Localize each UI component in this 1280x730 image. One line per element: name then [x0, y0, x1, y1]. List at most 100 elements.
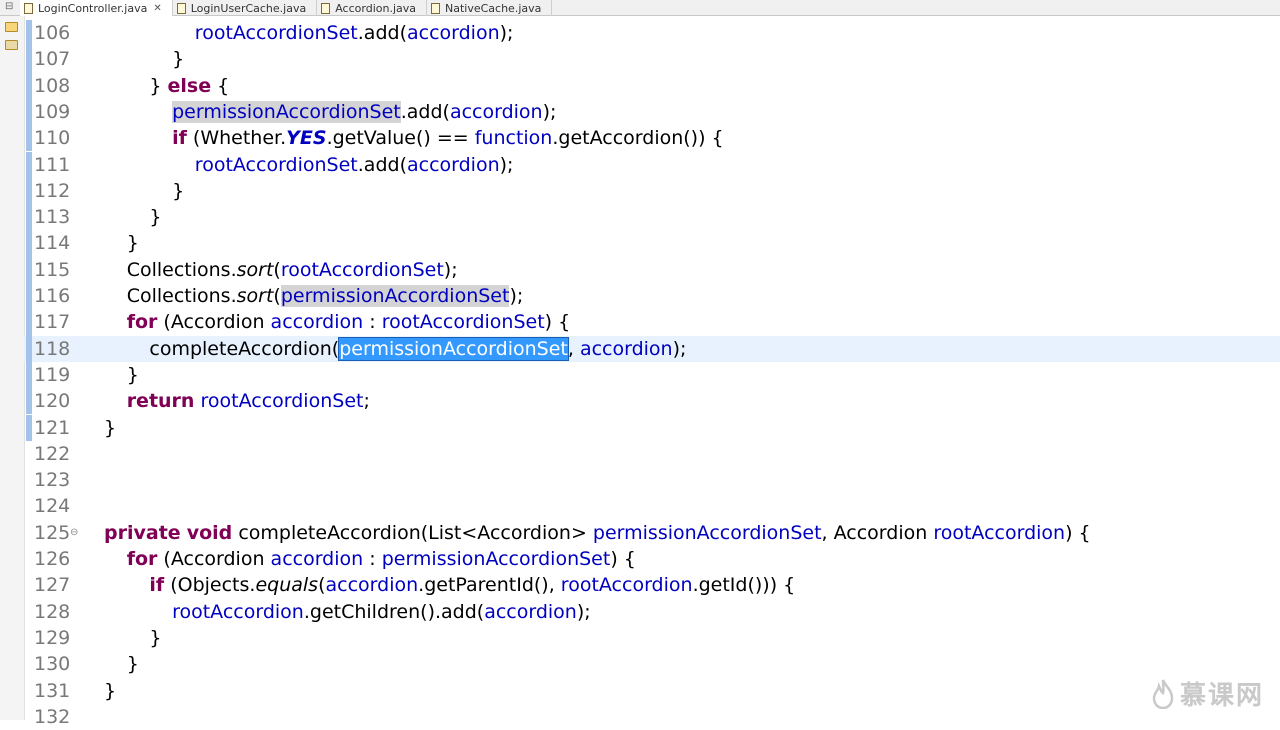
line-number: 114	[34, 232, 71, 255]
line-number: 116	[34, 285, 71, 307]
tab-label: LoginUserCache.java	[190, 1, 307, 15]
code-text: completeAccordion(permissionAccordionSet…	[149, 336, 686, 362]
change-marker	[26, 46, 32, 73]
tab-label: Accordion.java	[335, 1, 416, 15]
hierarchy-icon[interactable]	[5, 40, 18, 50]
code-line[interactable]: 110 if (Whether.YES.getValue() == functio…	[24, 125, 1280, 152]
code-line[interactable]: 121}	[24, 414, 1280, 441]
change-marker	[26, 256, 32, 283]
change-marker	[26, 309, 32, 336]
code-line[interactable]: 109 permissionAccordionSet.add(accordion)…	[24, 98, 1280, 126]
code-token: permissionAccordionSet	[592, 521, 822, 544]
change-marker	[26, 20, 32, 47]
code-line[interactable]: 128 rootAccordion.getChildren().add(accor…	[24, 599, 1280, 625]
code-line[interactable]: 115 Collections.sort(rootAccordionSet);	[24, 256, 1280, 283]
code-line[interactable]: 122	[24, 441, 1280, 467]
code-token: accordion	[270, 548, 364, 570]
code-token: rootAccordionSet	[381, 311, 545, 334]
code-token: }	[149, 206, 162, 229]
code-token: private	[104, 521, 181, 544]
tab-logincontroller[interactable]: LoginController.java ✕	[20, 0, 173, 16]
line-number: 127	[34, 574, 71, 597]
code-line[interactable]: 113}	[24, 204, 1280, 231]
tab-nativecache[interactable]: NativeCache.java	[427, 0, 553, 16]
code-token: rootAccordionSet	[200, 390, 364, 413]
code-text: }	[172, 178, 184, 204]
code-line[interactable]: 126 for (Accordion accordion : permission…	[24, 546, 1280, 572]
code-token: .getAccordion()) {	[552, 127, 724, 150]
code-token: .getId())) {	[692, 574, 796, 597]
code-text: rootAccordionSet.add(accordion);	[195, 20, 514, 46]
change-marker	[26, 230, 32, 257]
line-number: 119	[34, 363, 71, 386]
change-marker	[26, 98, 32, 126]
tab-label: LoginController.java	[38, 1, 148, 15]
code-line[interactable]: 127 if (Objects.equals(accordion.getParen…	[24, 572, 1280, 598]
code-text: if (Objects.equals(accordion.getParentId…	[149, 572, 795, 598]
code-line[interactable]: 125 ⊖ private void completeAccordion(List<…	[24, 520, 1280, 546]
code-token: rootAccordion	[172, 600, 304, 623]
code-token: accordion	[270, 311, 364, 334]
code-token: (	[318, 574, 326, 597]
change-marker	[26, 361, 32, 389]
code-token: .add(	[357, 153, 407, 176]
code-line[interactable]: 124	[24, 493, 1280, 519]
close-icon[interactable]: ✕	[153, 3, 161, 14]
code-line[interactable]: 119}	[24, 361, 1280, 389]
code-text: }	[149, 204, 161, 230]
code-line[interactable]: 107}	[24, 46, 1280, 73]
code-line[interactable]: 118 completeAccordion(permissionAccordion…	[24, 335, 1280, 362]
code-token: completeAccordion(List<Accordion>	[232, 521, 593, 544]
tab-accordion[interactable]: Accordion.java	[317, 0, 427, 16]
line-number: 108	[34, 74, 71, 97]
code-token: .getParentId(),	[418, 574, 561, 597]
code-line[interactable]: 132	[24, 704, 1280, 730]
flame-logo-icon	[1152, 678, 1174, 709]
code-line[interactable]: 131}	[24, 678, 1280, 704]
code-line[interactable]: 106 rootAccordionSet.add(accordion);	[24, 20, 1280, 47]
code-line[interactable]: 108} else {	[24, 72, 1280, 99]
code-token: (Whether.	[186, 127, 287, 150]
code-text: }	[127, 651, 139, 677]
line-number: 115	[34, 258, 71, 281]
code-token: YES	[286, 127, 327, 150]
code-line[interactable]: 120 return rootAccordionSet;	[24, 388, 1280, 415]
code-token: , Accordion	[821, 521, 934, 544]
code-token: ;	[363, 390, 370, 413]
code-line[interactable]: 112}	[24, 177, 1280, 205]
code-token: );	[542, 100, 557, 123]
code-line[interactable]: 114}	[24, 230, 1280, 257]
line-number: 111	[34, 153, 71, 176]
selected-token: permissionAccordionSet	[338, 336, 569, 361]
code-text: Collections.sort(rootAccordionSet);	[127, 257, 458, 283]
code-token: for	[126, 311, 158, 334]
code-token: accordion	[406, 22, 500, 44]
view-menu-icon[interactable]: ⊟	[5, 1, 13, 12]
code-token: accordion	[325, 574, 419, 597]
code-text: }	[104, 415, 116, 441]
code-token: );	[499, 153, 514, 176]
code-line[interactable]: 130}	[24, 651, 1280, 677]
code-token: ) {	[544, 311, 571, 334]
code-token: else	[167, 74, 212, 97]
code-text: for (Accordion accordion : permissionAcc…	[127, 546, 636, 572]
package-explorer-icon[interactable]	[5, 22, 18, 32]
fold-toggle-icon[interactable]: ⊖	[70, 520, 78, 546]
code-token: );	[499, 22, 514, 44]
code-token: :	[363, 548, 382, 570]
code-line[interactable]: 116 Collections.sort(permissionAccordionS…	[24, 283, 1280, 310]
line-number: 112	[34, 179, 71, 202]
code-token: rootAccordionSet	[194, 153, 358, 176]
line-number: 107	[34, 48, 71, 71]
code-line[interactable]: 123	[24, 467, 1280, 493]
code-text: }	[172, 46, 184, 72]
change-marker	[26, 283, 32, 310]
code-token: (	[273, 258, 281, 281]
code-line[interactable]: 117 for (Accordion accordion : rootAccord…	[24, 309, 1280, 336]
code-line[interactable]: 111 rootAccordionSet.add(accordion);	[24, 151, 1280, 178]
tab-loginusercache[interactable]: LoginUserCache.java	[173, 0, 318, 16]
code-token: }	[104, 416, 117, 439]
code-line[interactable]: 129}	[24, 625, 1280, 651]
code-editor[interactable]: 106 rootAccordionSet.add(accordion); 107} 1…	[24, 20, 1280, 728]
code-token: }	[104, 679, 117, 702]
